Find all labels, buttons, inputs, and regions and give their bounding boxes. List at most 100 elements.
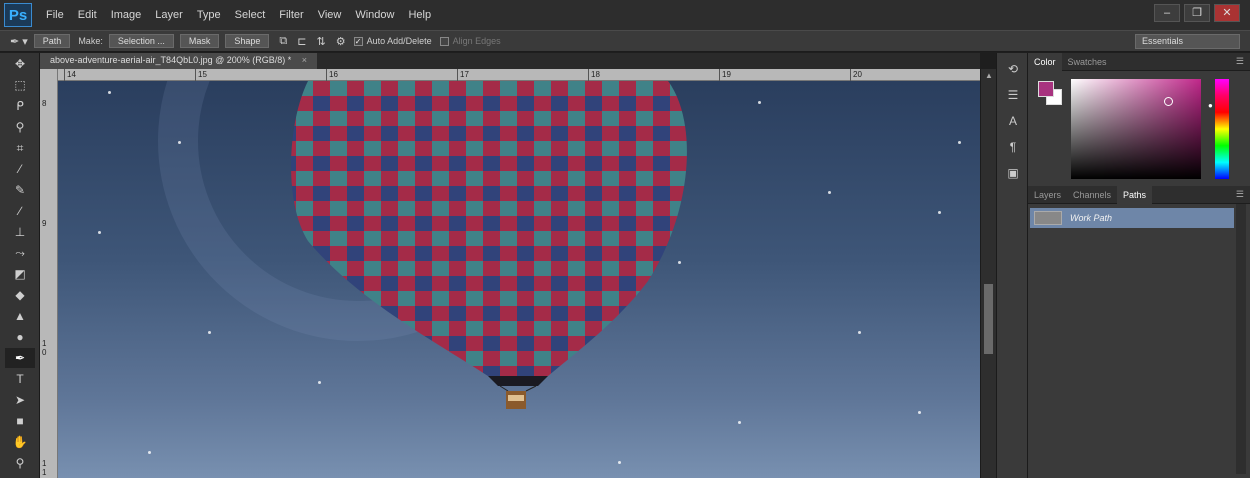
menu-view[interactable]: View — [318, 9, 342, 21]
star-dot — [678, 261, 681, 264]
clone-stamp-icon[interactable]: ⊥ — [5, 222, 35, 242]
document-tab[interactable]: above-adventure-aerial-air_T84QbL0.jpg @… — [40, 53, 318, 69]
panel-menu-icon[interactable]: ☰ — [1236, 56, 1244, 67]
menu-bar: Ps File Edit Image Layer Type Select Fil… — [0, 0, 1250, 30]
lasso-icon[interactable]: ᑭ — [5, 96, 35, 116]
layers-panel-tabs: Layers Channels Paths ☰ — [1028, 185, 1250, 204]
panel-scrollbar[interactable] — [1236, 204, 1246, 474]
paint-bucket-icon[interactable]: ◆ — [5, 285, 35, 305]
brush-icon[interactable]: ∕ — [5, 201, 35, 221]
document-tab-bar: above-adventure-aerial-air_T84QbL0.jpg @… — [40, 53, 980, 69]
make-selection-button[interactable]: Selection ... — [108, 34, 174, 48]
align-edges-checkbox[interactable] — [439, 36, 449, 46]
menu-layer[interactable]: Layer — [155, 9, 183, 21]
star-dot — [738, 421, 741, 424]
auto-add-delete-checkbox[interactable]: ✓ — [353, 36, 363, 46]
star-dot — [318, 381, 321, 384]
menu-image[interactable]: Image — [111, 9, 142, 21]
collapsed-panels-dock: ⟲ ☰ A ¶ ▣ — [996, 53, 1028, 478]
settings-gear-icon[interactable]: ⚙ — [336, 35, 346, 48]
ruler-tick-label: 1 1 — [42, 459, 47, 477]
horizontal-ruler: 14 15 16 17 18 19 20 — [58, 69, 980, 81]
workspace-select[interactable]: Essentials — [1135, 34, 1240, 49]
hue-slider-marker[interactable]: ● — [1208, 101, 1213, 110]
restore-button[interactable]: ❐ — [1184, 4, 1210, 22]
tab-swatches[interactable]: Swatches — [1062, 53, 1113, 71]
path-row-work-path[interactable]: Work Path — [1030, 208, 1234, 228]
menu-edit[interactable]: Edit — [78, 9, 97, 21]
rectangle-icon[interactable]: ■ — [5, 411, 35, 431]
ruler-tick-label: 14 — [64, 69, 76, 81]
ruler-tick-label: 17 — [457, 69, 469, 81]
right-panels: Color Swatches ☰ ● Layers Channels Paths… — [1028, 52, 1250, 478]
dodge-icon[interactable]: ● — [5, 327, 35, 347]
vertical-scrollbar[interactable]: ▲ — [980, 69, 996, 478]
options-bar: ✒ ▾ Path Make: Selection ... Mask Shape … — [0, 30, 1250, 52]
make-shape-button[interactable]: Shape — [225, 34, 270, 48]
tab-channels[interactable]: Channels — [1067, 186, 1117, 204]
tab-color[interactable]: Color — [1028, 52, 1062, 71]
ruler-tick-label: 20 — [850, 69, 862, 81]
make-mask-button[interactable]: Mask — [179, 34, 220, 48]
path-operations-icon[interactable]: ⧉ — [279, 35, 287, 48]
color-picker-marker[interactable] — [1164, 97, 1173, 106]
path-alignment-icon[interactable]: ⊏ — [297, 35, 306, 48]
star-dot — [858, 331, 861, 334]
blur-icon[interactable]: ▲ — [5, 306, 35, 326]
menu-help[interactable]: Help — [408, 9, 431, 21]
star-dot — [178, 141, 181, 144]
ruler-tick-label: 16 — [326, 69, 338, 81]
tool-presets-icon[interactable]: ▣ — [1002, 163, 1024, 183]
star-dot — [938, 211, 941, 214]
menu-select[interactable]: Select — [235, 9, 266, 21]
star-dot — [98, 231, 101, 234]
panel-menu-icon[interactable]: ☰ — [1236, 189, 1244, 200]
eyedropper-icon[interactable]: ⁄ — [5, 159, 35, 179]
document-canvas[interactable] — [58, 81, 980, 478]
history-icon[interactable]: ⟲ — [1002, 59, 1024, 79]
healing-brush-icon[interactable]: ✎ — [5, 180, 35, 200]
star-dot — [918, 411, 921, 414]
menu-filter[interactable]: Filter — [279, 9, 303, 21]
tools-panel: ✥ ⬚ ᑭ ⚲ ⌗ ⁄ ✎ ∕ ⊥ ⤳ ◩ ◆ ▲ ● ✒ T ➤ ■ ✋ ⚲ — [0, 53, 40, 478]
menu-window[interactable]: Window — [355, 9, 394, 21]
foreground-color-swatch[interactable] — [1038, 81, 1054, 97]
ruler-tick-label: 8 — [42, 99, 47, 108]
hand-icon[interactable]: ✋ — [5, 432, 35, 452]
pen-icon[interactable]: ✒ — [5, 348, 35, 368]
star-dot — [108, 91, 111, 94]
color-field[interactable] — [1071, 79, 1201, 179]
tab-paths[interactable]: Paths — [1117, 185, 1153, 204]
hue-slider[interactable] — [1215, 79, 1229, 179]
star-dot — [618, 461, 621, 464]
photoshop-logo: Ps — [4, 3, 32, 27]
magic-wand-icon[interactable]: ⚲ — [5, 117, 35, 137]
crop-icon[interactable]: ⌗ — [5, 138, 35, 158]
history-brush-icon[interactable]: ⤳ — [5, 243, 35, 263]
pen-icon[interactable]: ✒ ▾ — [10, 35, 28, 48]
zoom-icon[interactable]: ⚲ — [5, 453, 35, 473]
character-icon[interactable]: A — [1002, 111, 1024, 131]
close-button[interactable]: ✕ — [1214, 4, 1240, 22]
type-icon[interactable]: T — [5, 369, 35, 389]
menu-file[interactable]: File — [46, 9, 64, 21]
vertical-ruler: 8 9 1 0 1 1 — [40, 69, 58, 478]
path-selection-icon[interactable]: ➤ — [5, 390, 35, 410]
tool-mode-select[interactable]: Path — [33, 34, 71, 48]
menu-type[interactable]: Type — [197, 9, 221, 21]
color-panel: ● — [1028, 71, 1250, 186]
marquee-icon[interactable]: ⬚ — [5, 75, 35, 95]
paragraph-icon[interactable]: ¶ — [1002, 137, 1024, 157]
ruler-tick-label: 18 — [588, 69, 600, 81]
scrollbar-thumb[interactable] — [984, 284, 993, 354]
properties-icon[interactable]: ☰ — [1002, 85, 1024, 105]
path-arrangement-icon[interactable]: ⇅ — [316, 35, 325, 48]
tab-layers[interactable]: Layers — [1028, 186, 1067, 204]
color-panel-tabs: Color Swatches ☰ — [1028, 52, 1250, 71]
minimize-button[interactable]: – — [1154, 4, 1180, 22]
paths-panel: Work Path — [1028, 204, 1250, 474]
eraser-icon[interactable]: ◩ — [5, 264, 35, 284]
close-tab-icon[interactable]: × — [302, 55, 307, 65]
move-icon[interactable]: ✥ — [5, 54, 35, 74]
scroll-up-icon[interactable]: ▲ — [985, 71, 993, 80]
